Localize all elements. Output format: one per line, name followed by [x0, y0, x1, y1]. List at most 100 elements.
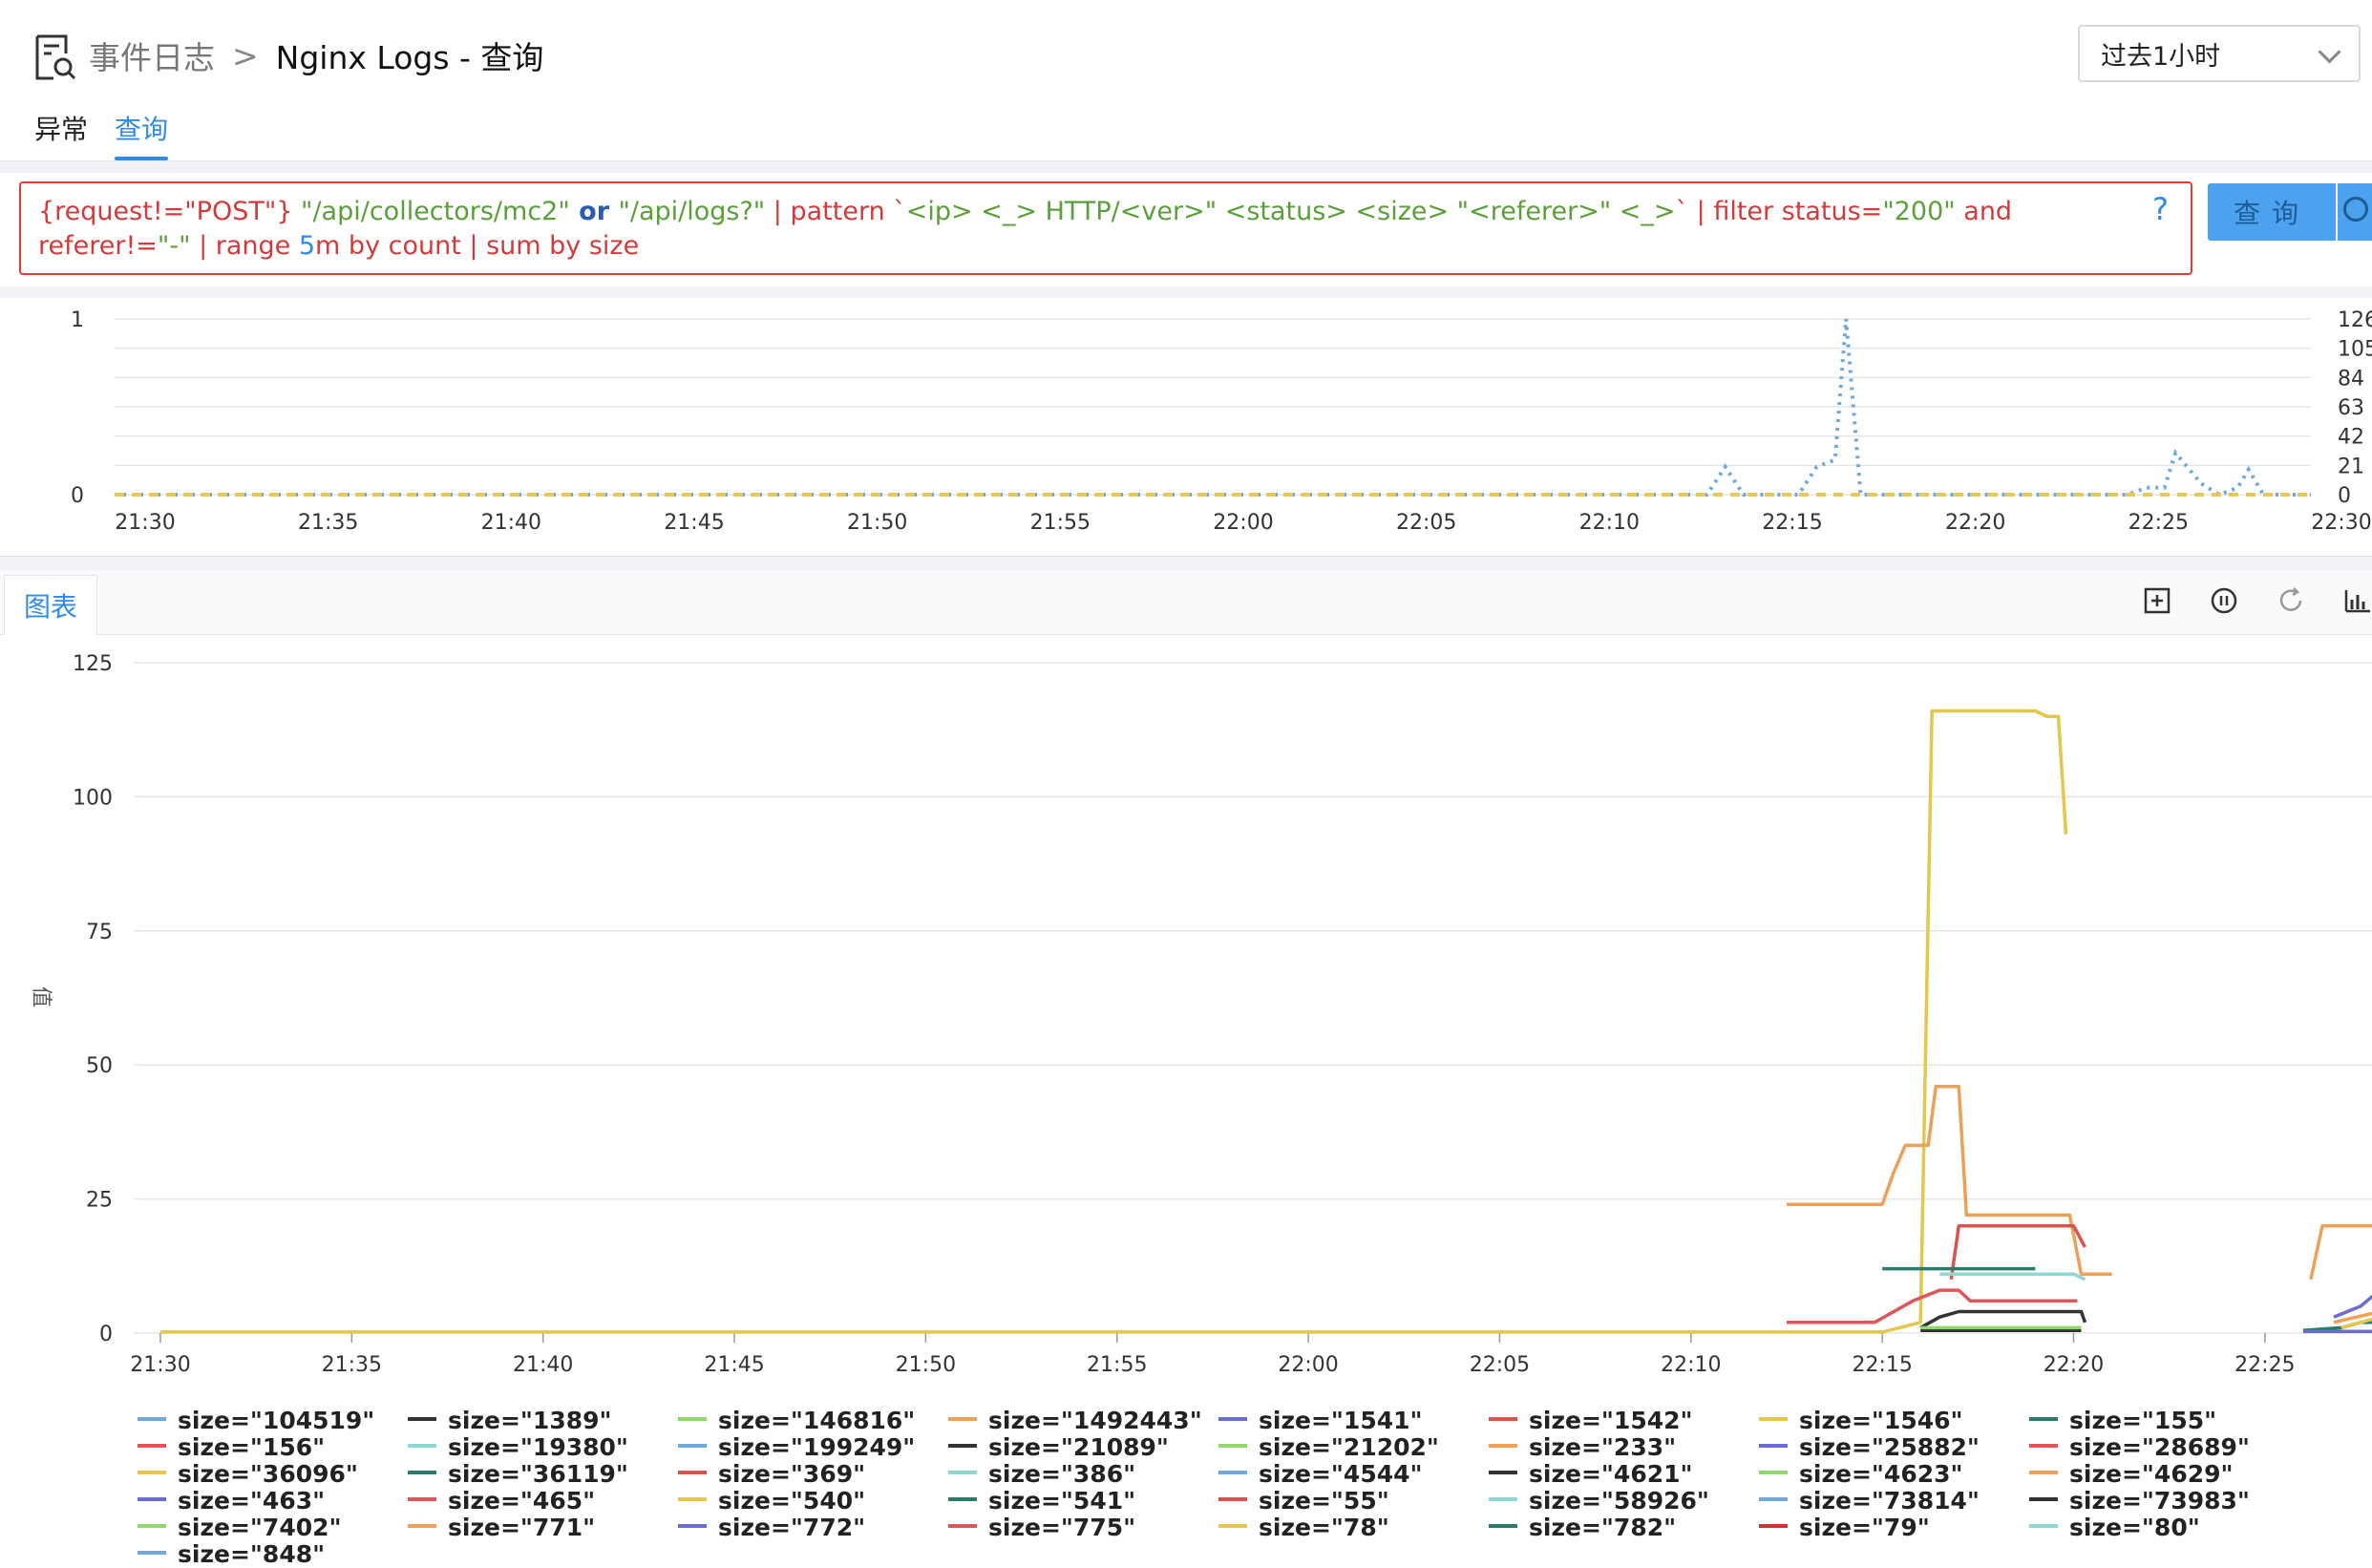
breadcrumb: 事件日志 > Nginx Logs - 查询	[89, 32, 544, 78]
series-line	[1939, 1272, 2086, 1282]
help-icon[interactable]: ?	[2152, 191, 2169, 227]
view-tabs: 异常 查询	[34, 103, 195, 160]
legend-item[interactable]: size="1546"	[1759, 1407, 1963, 1434]
legend-item[interactable]: size="540"	[678, 1487, 865, 1515]
legend-item[interactable]: size="782"	[1489, 1514, 1676, 1541]
legend-swatch	[1218, 1444, 1247, 1448]
legend-item[interactable]: size="58926"	[1489, 1487, 1709, 1515]
event-log-icon	[35, 34, 76, 80]
legend-swatch	[2029, 1524, 2058, 1528]
legend-label: size="80"	[2069, 1514, 2200, 1541]
series-line	[2309, 1223, 2372, 1281]
legend-item[interactable]: size="386"	[948, 1460, 1135, 1488]
x-tick-label: 22:20	[1945, 511, 2005, 535]
legend-item[interactable]: size="848"	[138, 1540, 325, 1568]
x-tick-label: 22:00	[1278, 1353, 1338, 1377]
legend-item[interactable]: size="463"	[138, 1487, 325, 1515]
legend-swatch	[138, 1417, 166, 1421]
legend-item[interactable]: size="55"	[1218, 1487, 1389, 1515]
x-tick-label: 21:45	[664, 511, 724, 535]
legend-label: size="463"	[178, 1487, 326, 1515]
bar-chart-icon[interactable]	[2343, 586, 2372, 615]
tab-anomaly[interactable]: 异常	[34, 103, 88, 160]
series-line	[1787, 1288, 2078, 1324]
legend-item[interactable]: size="4629"	[2029, 1460, 2234, 1488]
query-token: {request!="POST"}	[38, 197, 302, 226]
legend-item[interactable]: size="73983"	[2029, 1487, 2250, 1515]
query-token: "/api/logs?"	[618, 197, 766, 226]
legend-item[interactable]: size="541"	[948, 1487, 1135, 1515]
legend-item[interactable]: size="1389"	[408, 1407, 612, 1434]
schedule-button[interactable]	[2338, 183, 2372, 241]
y-tick-label: 126	[2338, 308, 2372, 332]
legend-item[interactable]: size="369"	[678, 1460, 865, 1488]
refresh-icon[interactable]	[2277, 586, 2305, 615]
legend-item[interactable]: size="36096"	[138, 1460, 358, 1488]
x-tick-label: 21:50	[847, 511, 907, 535]
legend-item[interactable]: size="233"	[1489, 1433, 1676, 1461]
legend-item[interactable]: size="4621"	[1489, 1460, 1693, 1488]
legend-label: size="848"	[178, 1540, 326, 1568]
query-input[interactable]: {request!="POST"} "/api/collectors/mc2" …	[19, 181, 2192, 275]
legend-item[interactable]: size="36119"	[408, 1460, 628, 1488]
overview-chart[interactable]: 1 0 126 105 84 63 42 21 0 21:30 21:35 21:40 21:45 21:…	[0, 298, 2372, 556]
legend-swatch	[1759, 1444, 1788, 1448]
legend-label: size="19380"	[448, 1433, 628, 1461]
legend-swatch	[138, 1497, 166, 1501]
legend-label: size="772"	[718, 1514, 866, 1541]
legend-item[interactable]: size="19380"	[408, 1433, 628, 1461]
legend-item[interactable]: size="465"	[408, 1487, 595, 1515]
legend-item[interactable]: size="25882"	[1759, 1433, 1980, 1461]
legend-item[interactable]: size="199249"	[678, 1433, 915, 1461]
legend-item[interactable]: size="104519"	[138, 1407, 374, 1434]
legend-item[interactable]: size="155"	[2029, 1407, 2216, 1434]
add-panel-icon[interactable]	[2143, 586, 2171, 615]
tab-chart[interactable]: 图表	[4, 575, 97, 635]
legend-swatch	[678, 1417, 707, 1421]
pause-icon[interactable]	[2210, 586, 2238, 615]
chart-tab-bar	[0, 571, 2372, 635]
legend-item[interactable]: size="1541"	[1218, 1407, 1423, 1434]
time-range-select[interactable]: 过去1小时	[2078, 25, 2361, 82]
legend-item[interactable]: size="73814"	[1759, 1487, 1980, 1515]
legend-item[interactable]: size="775"	[948, 1514, 1135, 1541]
legend-item[interactable]: size="21202"	[1218, 1433, 1439, 1461]
legend-item[interactable]: size="21089"	[948, 1433, 1169, 1461]
legend-swatch	[678, 1444, 707, 1448]
legend-item[interactable]: size="78"	[1218, 1514, 1389, 1541]
legend-item[interactable]: size="1542"	[1489, 1407, 1693, 1434]
legend-label: size="540"	[718, 1487, 866, 1515]
legend-item[interactable]: size="4623"	[1759, 1460, 1963, 1488]
breadcrumb-parent[interactable]: 事件日志	[89, 32, 215, 78]
legend-item[interactable]: size="28689"	[2029, 1433, 2250, 1461]
legend-label: size="104519"	[178, 1407, 375, 1434]
legend-label: size="1389"	[448, 1407, 612, 1434]
legend-item[interactable]: size="7402"	[138, 1514, 342, 1541]
legend-swatch	[408, 1524, 436, 1528]
legend-item[interactable]: size="772"	[678, 1514, 865, 1541]
legend-item[interactable]: size="156"	[138, 1433, 325, 1461]
query-token: range	[215, 231, 299, 261]
query-token: | pattern `	[765, 197, 906, 226]
legend-label: size="369"	[718, 1460, 866, 1488]
legend-swatch	[1218, 1497, 1247, 1501]
legend-item[interactable]: size="4544"	[1218, 1460, 1423, 1488]
legend-swatch	[408, 1417, 436, 1421]
legend-item[interactable]: size="1492443"	[948, 1407, 1202, 1434]
tab-query[interactable]: 查询	[115, 103, 169, 160]
legend-item[interactable]: size="79"	[1759, 1514, 1930, 1541]
legend-swatch	[1218, 1471, 1247, 1474]
page-title: Nginx Logs - 查询	[275, 39, 544, 76]
legend-label: size="25882"	[1799, 1433, 1980, 1461]
query-token: ` | filter status=	[1675, 197, 1883, 226]
legend-item[interactable]: size="146816"	[678, 1407, 915, 1434]
x-tick-label: 22:30	[2311, 511, 2371, 535]
x-tick-label: 21:35	[298, 511, 358, 535]
y-tick-label: 1	[71, 308, 84, 332]
legend-swatch	[1218, 1524, 1247, 1528]
legend-label: size="58926"	[1529, 1487, 1709, 1515]
legend-item[interactable]: size="80"	[2029, 1514, 2200, 1541]
query-button[interactable]: 查询	[2208, 183, 2336, 241]
legend-swatch	[1489, 1417, 1517, 1421]
legend-item[interactable]: size="771"	[408, 1514, 595, 1541]
